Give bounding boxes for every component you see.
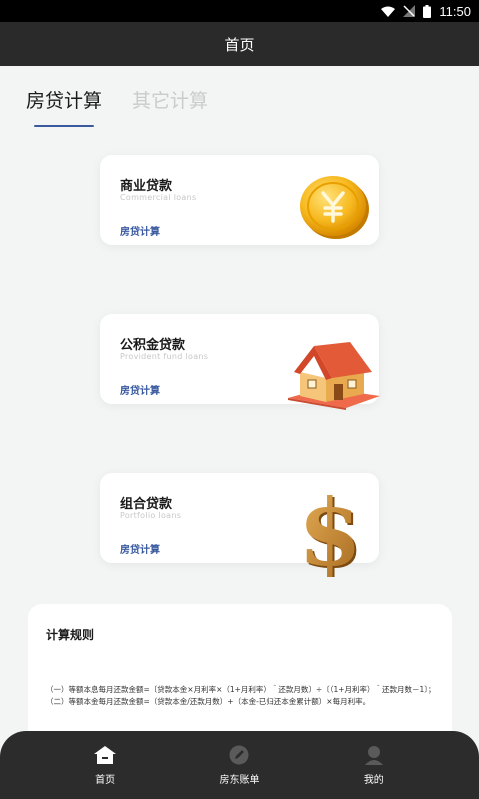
tab-active-indicator	[34, 125, 95, 127]
card-subtitle: Provident fund loans	[120, 352, 209, 361]
status-time: 11:50	[439, 3, 471, 19]
home-icon	[94, 745, 117, 765]
nav-label: 房东账单	[219, 775, 260, 786]
status-bar: 11:50	[0, 0, 479, 22]
nav-item-home[interactable]: 首页	[55, 745, 155, 786]
card-title: 公积金贷款	[120, 338, 186, 353]
portfolio-loan-card[interactable]: 组合贷款 Portfolio loans 房贷计算 $ $	[100, 473, 379, 589]
rules-title: 计算规则	[46, 628, 95, 642]
tab-other-calc[interactable]: 其它计算	[132, 86, 208, 127]
card-title: 商业贷款	[120, 179, 173, 194]
card-subtitle: Commercial loans	[120, 193, 197, 202]
user-icon	[363, 745, 385, 765]
rules-text: （一）等额本息每月还款金额=〔贷款本金×月利率×（1+月利率）＾还款月数〕÷〔（…	[46, 685, 436, 706]
commercial-loan-card[interactable]: 商业贷款 Commercial loans 房贷计算	[100, 155, 379, 245]
wifi-icon	[381, 6, 396, 17]
tab-mortgage-calc[interactable]: 房贷计算	[26, 86, 102, 127]
dollar-icon: $ $	[298, 479, 364, 589]
nav-item-profile[interactable]: 我的	[324, 745, 424, 786]
nav-item-landlord-bill[interactable]: 房东账单	[189, 745, 289, 786]
bottom-nav: 首页 房东账单 我的	[0, 731, 479, 799]
nav-label: 首页	[95, 775, 116, 786]
battery-icon	[423, 4, 432, 18]
card-title: 组合贷款	[120, 497, 173, 512]
svg-text:$: $	[300, 487, 362, 577]
signal-off-icon	[403, 5, 416, 17]
app-header: 首页	[0, 22, 479, 66]
tab-label: 其它计算	[132, 90, 209, 112]
calculation-rules-panel: 计算规则 （一）等额本息每月还款金额=〔贷款本金×月利率×（1+月利率）＾还款月…	[28, 604, 452, 744]
tab-bar: 房贷计算 其它计算	[26, 86, 208, 127]
card-subtitle: Portfolio loans	[120, 511, 182, 520]
mortgage-calc-link[interactable]: 房贷计算	[120, 382, 160, 397]
nav-label: 我的	[363, 775, 384, 786]
pencil-icon	[228, 745, 250, 765]
provident-fund-loan-card[interactable]: 公积金贷款 Provident fund loans 房贷计算	[100, 314, 380, 410]
mortgage-calc-link[interactable]: 房贷计算	[120, 223, 160, 238]
page-title: 首页	[224, 35, 255, 54]
coin-yen-icon	[296, 173, 372, 243]
mortgage-calc-link[interactable]: 房贷计算	[120, 541, 160, 556]
house-icon	[286, 342, 382, 414]
tab-label: 房贷计算	[26, 90, 103, 112]
